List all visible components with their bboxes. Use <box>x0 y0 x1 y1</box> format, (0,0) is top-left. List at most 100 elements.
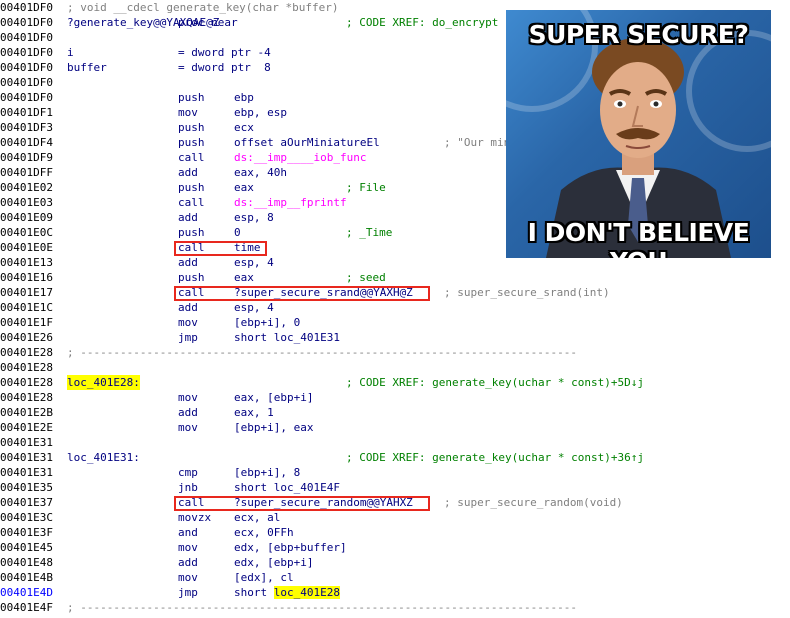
operand: ecx <box>234 121 254 134</box>
mnemonic: push <box>178 226 205 239</box>
operand: ?super_secure_srand@@YAXH@Z <box>234 286 413 299</box>
listing-row[interactable]: 00401E4F ; ------------------------------… <box>0 600 790 615</box>
listing-row[interactable]: 00401E4D jmp short loc_401E28 <box>0 585 790 600</box>
address: 00401DF0 <box>0 61 53 74</box>
mnemonic: mov <box>178 541 198 554</box>
address: 00401E31 <box>0 466 53 479</box>
mnemonic: add <box>178 166 198 179</box>
code-label: loc_401E31: <box>67 451 140 464</box>
listing-row[interactable]: 00401E28 loc_401E28: ; CODE XREF: generate… <box>0 375 790 390</box>
address: 00401DF0 <box>0 76 53 89</box>
code-label: loc_401E28: <box>67 375 140 390</box>
operand: short loc_401E4F <box>234 481 340 494</box>
address: 00401E31 <box>0 451 53 464</box>
mnemonic: call <box>178 496 205 509</box>
address: 00401E31 <box>0 436 53 449</box>
operand: esp, 4 <box>234 256 274 269</box>
comment: ; CODE XREF: do_encrypt <box>346 16 499 29</box>
listing-row[interactable]: 00401E28 ; ------------------------------… <box>0 345 790 360</box>
comment: ; void __cdecl generate_key(char *buffer… <box>67 1 339 14</box>
address: 00401DF0 <box>0 46 53 59</box>
comment: ; seed <box>346 271 386 284</box>
operand: ecx, al <box>234 511 281 524</box>
listing-row[interactable]: 00401E3F and ecx, 0FFh <box>0 525 790 540</box>
address: 00401E3F <box>0 526 53 539</box>
meme-bottom-text: I DON'T BELIEVE YOU <box>527 218 750 258</box>
address: 00401DF0 <box>0 91 53 104</box>
listing-row[interactable]: 00401E48 add edx, [ebp+i] <box>0 555 790 570</box>
listing-row[interactable]: 00401E45 mov edx, [ebp+buffer] <box>0 540 790 555</box>
mnemonic: jnb <box>178 481 198 494</box>
address: 00401E28 <box>0 391 53 404</box>
operand: eax, 40h <box>234 166 287 179</box>
separator-line: ; --------------------------------------… <box>67 346 577 359</box>
mnemonic: add <box>178 211 198 224</box>
mnemonic: call <box>178 286 205 299</box>
address: 00401E0C <box>0 226 53 239</box>
address: 00401DF9 <box>0 151 53 164</box>
operand: [ebp+i], eax <box>234 421 314 434</box>
repeatable-comment: ; super_secure_random(void) <box>444 496 623 509</box>
address: 00401E28 <box>0 376 53 389</box>
mnemonic: add <box>178 301 198 314</box>
listing-row[interactable]: 00401E4B mov [edx], cl <box>0 570 790 585</box>
address: 00401E2B <box>0 406 53 419</box>
comment: ; _Time <box>346 226 393 239</box>
comment: ; CODE XREF: generate_key(uchar * const)… <box>346 451 645 464</box>
address: 00401E1C <box>0 301 53 314</box>
operand: short loc_401E31 <box>234 331 340 344</box>
mnemonic: proc near <box>178 16 238 29</box>
listing-row[interactable]: 00401E31 cmp [ebp+i], 8 <box>0 465 790 480</box>
listing-row[interactable]: 00401E37 call ?super_secure_random@@YAHXZ;… <box>0 495 790 510</box>
address: 00401E13 <box>0 256 53 269</box>
code-label: i <box>67 46 74 59</box>
repeatable-comment: ; super_secure_srand(int) <box>444 286 610 299</box>
address: 00401DF1 <box>0 106 53 119</box>
operand: [edx], cl <box>234 571 294 584</box>
address: 00401DF0 <box>0 31 53 44</box>
mnemonic: call <box>178 196 205 209</box>
operand: ?super_secure_random@@YAHXZ <box>234 496 413 509</box>
mnemonic: mov <box>178 571 198 584</box>
address: 00401DF3 <box>0 121 53 134</box>
listing-row[interactable]: 00401E3C movzx ecx, al <box>0 510 790 525</box>
address: 00401E4F <box>0 601 53 614</box>
operand: ebp <box>234 91 254 104</box>
listing-row[interactable]: 00401E2E mov [ebp+i], eax <box>0 420 790 435</box>
mnemonic: call <box>178 151 205 164</box>
mnemonic: mov <box>178 391 198 404</box>
address: 00401DF0 <box>0 1 53 14</box>
mnemonic: mov <box>178 421 198 434</box>
address: 00401E17 <box>0 286 53 299</box>
listing-row[interactable]: 00401E16 push eax ; seed <box>0 270 790 285</box>
address: 00401E28 <box>0 361 53 374</box>
listing-row[interactable]: 00401E35 jnb short loc_401E4F <box>0 480 790 495</box>
address: 00401E1F <box>0 316 53 329</box>
operand: esp, 8 <box>234 211 274 224</box>
listing-row[interactable]: 00401E26 jmp short loc_401E31 <box>0 330 790 345</box>
address: 00401E26 <box>0 331 53 344</box>
operand: short loc_401E28 <box>234 585 340 600</box>
listing-row[interactable]: 00401E31 loc_401E31: ; CODE XREF: generate… <box>0 450 790 465</box>
operand: [ebp+i], 8 <box>234 466 301 479</box>
listing-row[interactable]: 00401E17 call ?super_secure_srand@@YAXH@Z;… <box>0 285 790 300</box>
operand-prefix: short <box>234 586 274 599</box>
address: 00401E02 <box>0 181 53 194</box>
address: 00401E2E <box>0 421 53 434</box>
listing-row[interactable]: 00401E1C add esp, 4 <box>0 300 790 315</box>
listing-row[interactable]: 00401E31 <box>0 435 790 450</box>
address: 00401DF0 <box>0 16 53 29</box>
listing-row[interactable]: 00401E1F mov [ebp+i], 0 <box>0 315 790 330</box>
listing-row[interactable]: 00401E28 <box>0 360 790 375</box>
operand: esp, 4 <box>234 301 274 314</box>
address: 00401E45 <box>0 541 53 554</box>
address: 00401E0E <box>0 241 53 254</box>
listing-row[interactable]: 00401E2B add eax, 1 <box>0 405 790 420</box>
code-label: buffer <box>67 61 107 74</box>
mnemonic: jmp <box>178 586 198 599</box>
address: 00401E35 <box>0 481 53 494</box>
highlighted-label-reference[interactable]: loc_401E28 <box>273 586 340 599</box>
listing-row[interactable]: 00401E28 mov eax, [ebp+i] <box>0 390 790 405</box>
mnemonic: push <box>178 121 205 134</box>
operand: ds:__imp__fprintf <box>234 196 347 209</box>
